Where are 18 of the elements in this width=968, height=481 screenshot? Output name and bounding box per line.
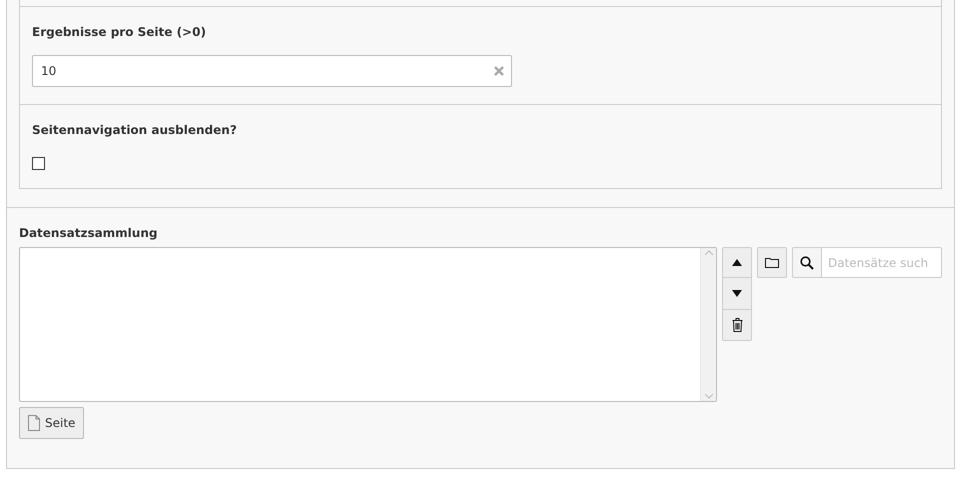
field-label: Datensatzsammlung	[19, 225, 158, 241]
folder-icon	[765, 257, 779, 268]
search-field[interactable]: Datensätze such	[822, 247, 942, 278]
trash-icon	[732, 318, 742, 332]
checkbox[interactable]	[32, 157, 45, 170]
move-down-button[interactable]	[722, 278, 752, 310]
move-up-button[interactable]	[722, 247, 752, 278]
field-label: Ergebnisse pro Seite (>0)	[32, 24, 207, 40]
field-label: Seitennavigation ausblenden?	[32, 122, 238, 138]
search-button[interactable]	[792, 247, 822, 278]
triangle-down-icon	[732, 290, 742, 297]
add-page-button[interactable]: Seite	[19, 407, 84, 439]
input-field[interactable]: 10	[32, 55, 512, 87]
delete-button[interactable]	[722, 310, 752, 341]
triangle-up-icon	[732, 259, 742, 266]
browse-button[interactable]	[757, 247, 787, 278]
page-icon	[28, 415, 40, 431]
search-icon	[800, 256, 814, 270]
